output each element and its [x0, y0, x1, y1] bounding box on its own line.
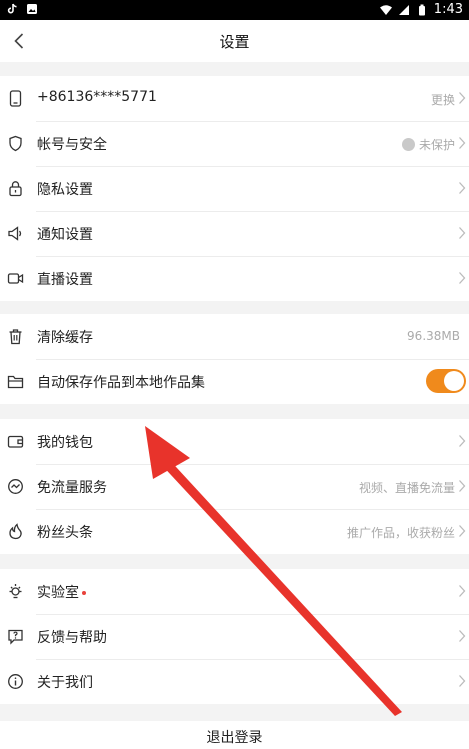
shield-icon	[9, 135, 22, 152]
live-settings-label: 直播设置	[37, 272, 93, 288]
flame-icon	[9, 523, 22, 540]
free-data-description: 视频、直播免流量	[358, 481, 455, 495]
auto-save-row: 自动保存作品到本地作品集	[0, 359, 469, 404]
privacy-settings-label: 隐私设置	[37, 182, 93, 198]
speaker-icon	[8, 226, 22, 241]
fans-headline-row[interactable]: 粉丝头条 推广作品，收获粉丝	[0, 509, 469, 554]
unprotected-badge-icon	[401, 138, 415, 151]
notification-settings-row[interactable]: 通知设置	[0, 211, 469, 256]
free-data-label: 免流量服务	[37, 480, 107, 496]
chevron-right-icon	[459, 182, 466, 194]
cache-size: 96.38MB	[407, 329, 460, 343]
logout-button[interactable]: 退出登录	[0, 721, 469, 749]
image-notification-icon	[27, 4, 37, 14]
wallet-row[interactable]: 我的钱包	[0, 419, 469, 464]
folder-icon	[7, 375, 24, 389]
account-settings-group: +86136****5771 更换 帐号与安全 未保护 隐私设置 通知设置 直播…	[0, 76, 469, 301]
chevron-right-icon	[459, 585, 466, 597]
clear-cache-row[interactable]: 清除缓存 96.38MB	[0, 314, 469, 359]
protection-status-text: 未保护	[418, 138, 455, 152]
wifi-icon	[379, 4, 392, 15]
protection-status: 未保护	[401, 136, 455, 153]
storage-settings-group: 清除缓存 96.38MB 自动保存作品到本地作品集	[0, 314, 469, 404]
new-badge-dot	[82, 591, 86, 595]
phone-icon	[9, 90, 22, 107]
chevron-right-icon	[459, 435, 466, 447]
trash-icon	[9, 329, 22, 345]
chevron-right-icon	[459, 525, 466, 537]
about-us-row[interactable]: 关于我们	[0, 659, 469, 704]
notification-settings-label: 通知设置	[37, 227, 93, 243]
change-phone-link[interactable]: 更换	[431, 91, 455, 108]
status-time: 1:43	[433, 2, 463, 17]
title-bar: 设置	[0, 20, 469, 62]
fans-headline-label: 粉丝头条	[37, 525, 93, 541]
signal-icon	[398, 4, 409, 15]
lab-row[interactable]: 实验室	[0, 569, 469, 614]
chevron-right-icon	[459, 272, 466, 284]
chevron-right-icon	[459, 92, 466, 104]
lab-label-text: 实验室	[37, 585, 79, 601]
free-data-row[interactable]: 免流量服务 视频、直播免流量	[0, 464, 469, 509]
lock-icon	[9, 181, 22, 197]
wallet-label: 我的钱包	[37, 435, 93, 451]
video-camera-icon	[7, 273, 24, 284]
auto-save-toggle[interactable]	[426, 369, 466, 393]
feedback-icon	[8, 629, 23, 645]
data-flow-icon	[8, 479, 23, 494]
chevron-right-icon	[459, 480, 466, 492]
account-security-label: 帐号与安全	[37, 137, 107, 153]
auto-save-label: 自动保存作品到本地作品集	[37, 375, 205, 391]
live-settings-row[interactable]: 直播设置	[0, 256, 469, 301]
about-group: 实验室 反馈与帮助 关于我们	[0, 569, 469, 704]
info-icon	[8, 674, 23, 689]
status-bar: 1:43	[0, 0, 469, 20]
feedback-help-label: 反馈与帮助	[37, 630, 107, 646]
services-group: 我的钱包 免流量服务 视频、直播免流量 粉丝头条 推广作品，收获粉丝	[0, 419, 469, 554]
battery-icon	[418, 4, 425, 15]
chevron-right-icon	[459, 137, 466, 149]
phone-number-row[interactable]: +86136****5771 更换	[0, 76, 469, 121]
about-us-label: 关于我们	[37, 675, 93, 691]
lab-label: 实验室	[37, 582, 86, 602]
phone-number-label: +86136****5771	[37, 89, 157, 105]
chevron-right-icon	[459, 630, 466, 642]
privacy-settings-row[interactable]: 隐私设置	[0, 166, 469, 211]
account-security-row[interactable]: 帐号与安全 未保护	[0, 121, 469, 166]
page-title: 设置	[219, 33, 250, 51]
lightbulb-icon	[9, 584, 22, 599]
tiktok-notification-icon	[7, 3, 17, 14]
chevron-right-icon	[459, 227, 466, 239]
toggle-knob	[444, 371, 464, 391]
chevron-right-icon	[459, 675, 466, 687]
clear-cache-label: 清除缓存	[37, 330, 93, 346]
wallet-icon	[7, 435, 24, 448]
fans-headline-description: 推广作品，收获粉丝	[346, 526, 455, 540]
feedback-help-row[interactable]: 反馈与帮助	[0, 614, 469, 659]
